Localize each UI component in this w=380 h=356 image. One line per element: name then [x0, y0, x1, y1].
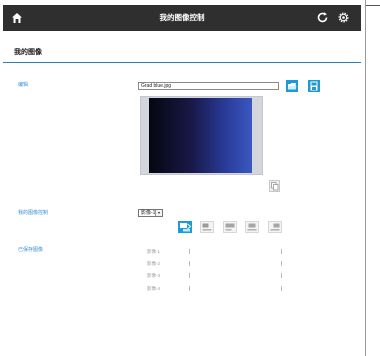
image-control-select-value: 影像-1 — [141, 210, 156, 216]
save-icon[interactable] — [308, 80, 320, 92]
control-button-5[interactable] — [268, 221, 282, 233]
control-button-4[interactable] — [245, 221, 259, 233]
image-preview — [149, 98, 252, 173]
memory-row-label: 影像-1 — [147, 249, 161, 254]
title-divider — [3, 62, 361, 63]
memory-row-divider — [281, 261, 282, 266]
memory-row-divider — [281, 286, 282, 291]
memory-row-divider — [189, 273, 190, 278]
memory-row-label: 影像-4 — [147, 286, 161, 291]
memory-row-divider — [189, 261, 190, 266]
app-title: 我的图像控制 — [159, 13, 205, 22]
gear-icon[interactable] — [337, 11, 350, 24]
section-label-edit: 编辑 — [18, 82, 29, 88]
control-button-1[interactable] — [178, 221, 192, 233]
header-bar: 我的图像控制 — [3, 5, 361, 31]
chevron-down-icon: ▾ — [155, 210, 162, 216]
filename-field[interactable] — [138, 82, 279, 90]
memory-row-label: 影像-2 — [147, 261, 161, 266]
memory-row-divider — [281, 273, 282, 278]
memory-row-divider — [189, 286, 190, 291]
memory-row-divider — [189, 249, 190, 254]
image-control-select[interactable]: 影像-1 ▾ — [138, 209, 163, 217]
memory-row-label: 影像-3 — [147, 273, 161, 278]
control-button-2[interactable] — [200, 221, 214, 233]
outer-divider — [366, 5, 380, 6]
page-title: 我的图像 — [14, 49, 42, 56]
refresh-icon[interactable] — [316, 11, 329, 24]
memory-row-divider — [281, 249, 282, 254]
section-label-control: 我的图像控制 — [18, 210, 49, 216]
control-button-3[interactable] — [223, 221, 237, 233]
copy-icon[interactable] — [269, 180, 280, 192]
section-label-memory: 已保存图像 — [18, 247, 44, 253]
open-folder-icon[interactable] — [286, 80, 298, 92]
app-frame: 我的图像控制 我的图像 编辑 我的图像控制 影像-1 ▾ — [0, 0, 366, 356]
